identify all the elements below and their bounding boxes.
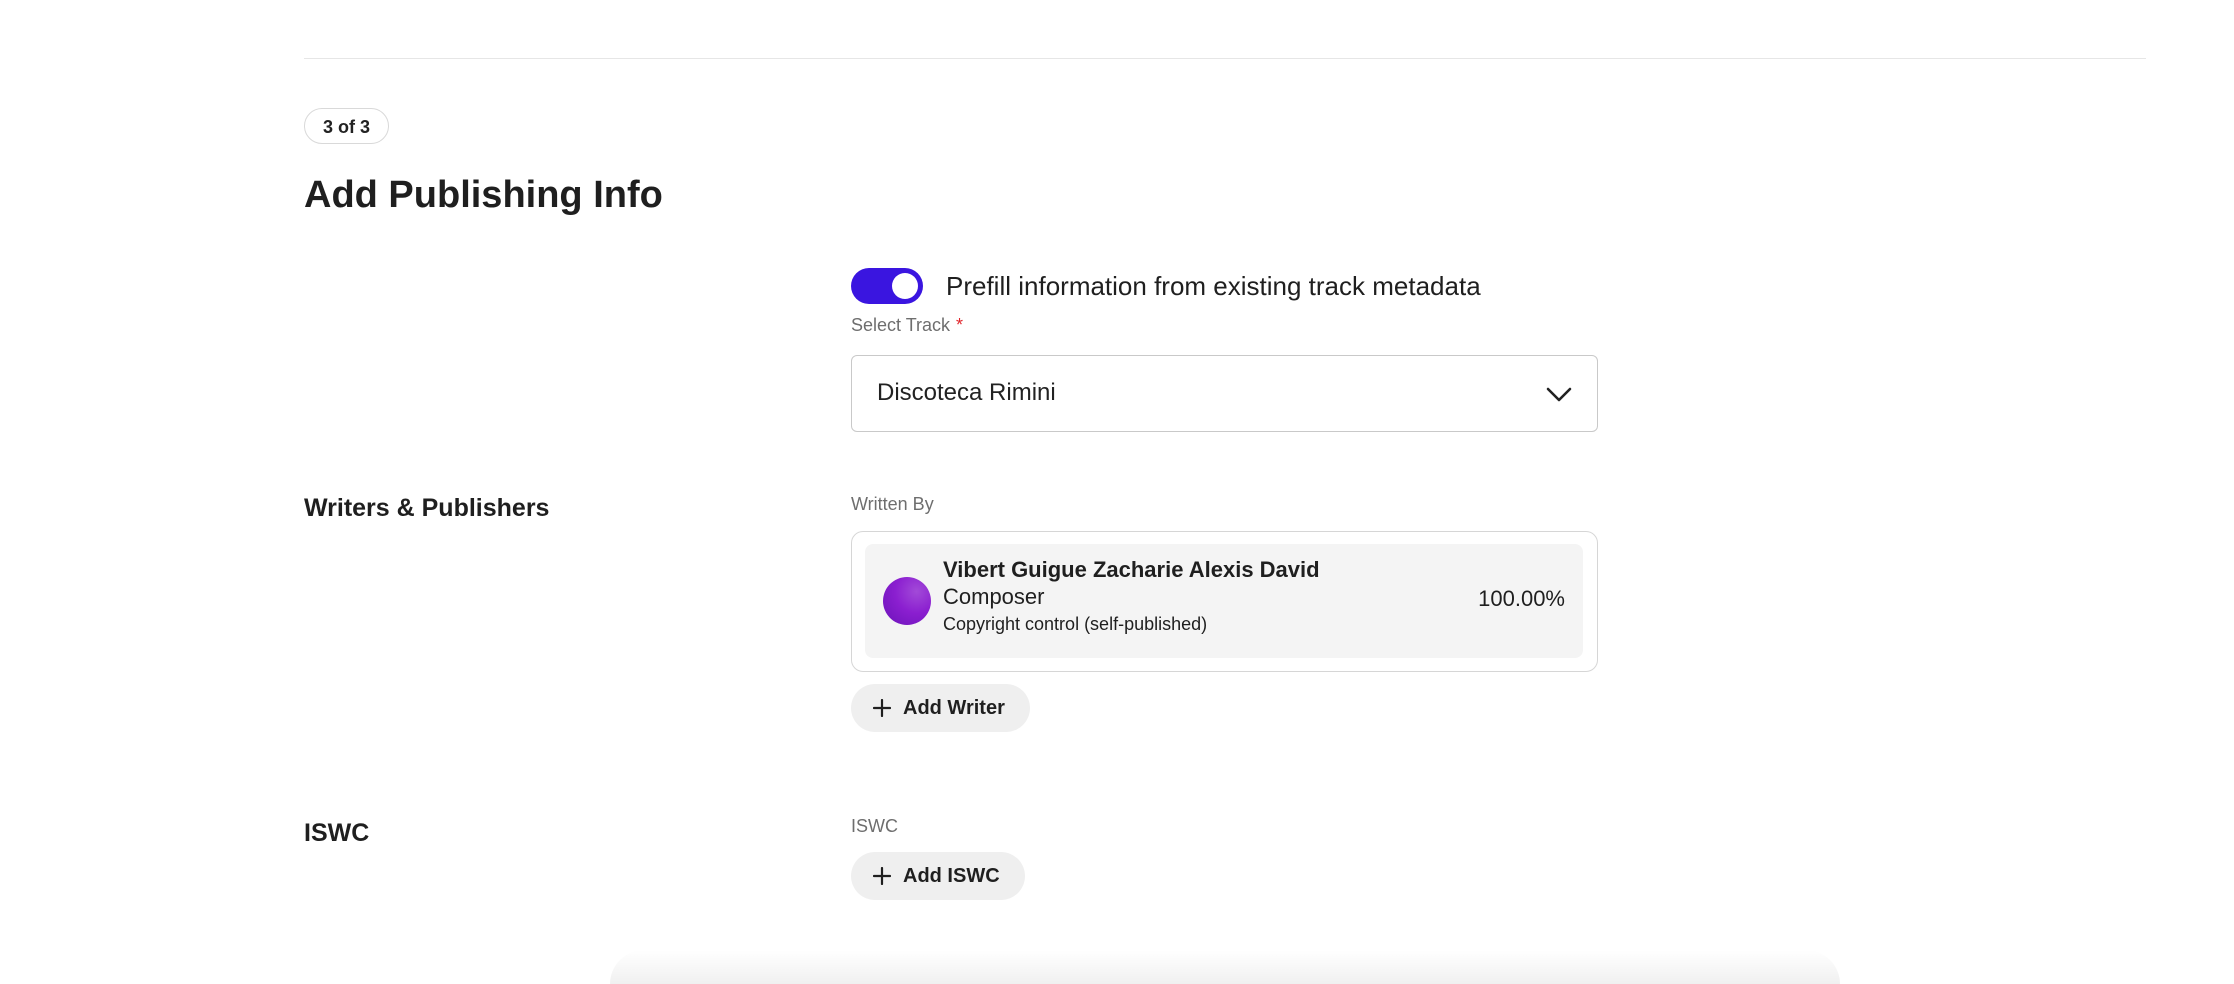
writers-publishers-heading: Writers & Publishers — [304, 494, 550, 522]
written-by-label: Written By — [851, 494, 934, 514]
iswc-heading: ISWC — [304, 819, 370, 847]
avatar — [883, 577, 931, 625]
select-track-label: Select Track * — [851, 315, 963, 336]
top-divider — [304, 58, 2146, 59]
add-iswc-label: Add ISWC — [903, 864, 1000, 887]
page-title: Add Publishing Info — [304, 174, 663, 216]
writer-share: 100.00% — [1478, 586, 1565, 611]
writers-list: Vibert Guigue Zacharie Alexis David Comp… — [851, 531, 1598, 672]
toggle-knob — [892, 273, 918, 299]
select-track-value: Discoteca Rimini — [877, 379, 1056, 406]
prefill-toggle[interactable] — [851, 268, 923, 304]
writer-card[interactable]: Vibert Guigue Zacharie Alexis David Comp… — [865, 544, 1583, 658]
prefill-toggle-label: Prefill information from existing track … — [946, 271, 1481, 301]
writer-name: Vibert Guigue Zacharie Alexis David — [943, 557, 1320, 582]
writer-role: Composer — [943, 584, 1045, 609]
select-track-label-text: Select Track — [851, 315, 951, 335]
bottom-bar-shadow — [610, 950, 1840, 984]
publishing-info-page: 3 of 3 Add Publishing Info Prefill infor… — [0, 0, 2234, 984]
plus-icon — [873, 699, 891, 717]
step-badge: 3 of 3 — [304, 108, 390, 144]
add-iswc-button[interactable]: Add ISWC — [851, 852, 1025, 900]
writer-publisher: Copyright control (self-published) — [943, 614, 1208, 634]
add-writer-label: Add Writer — [903, 696, 1005, 719]
add-writer-button[interactable]: Add Writer — [851, 684, 1030, 732]
required-asterisk: * — [956, 315, 964, 335]
plus-icon — [873, 867, 891, 885]
iswc-field-label: ISWC — [851, 816, 898, 836]
chevron-down-icon — [1546, 387, 1572, 402]
select-track-dropdown[interactable]: Discoteca Rimini — [851, 355, 1598, 432]
